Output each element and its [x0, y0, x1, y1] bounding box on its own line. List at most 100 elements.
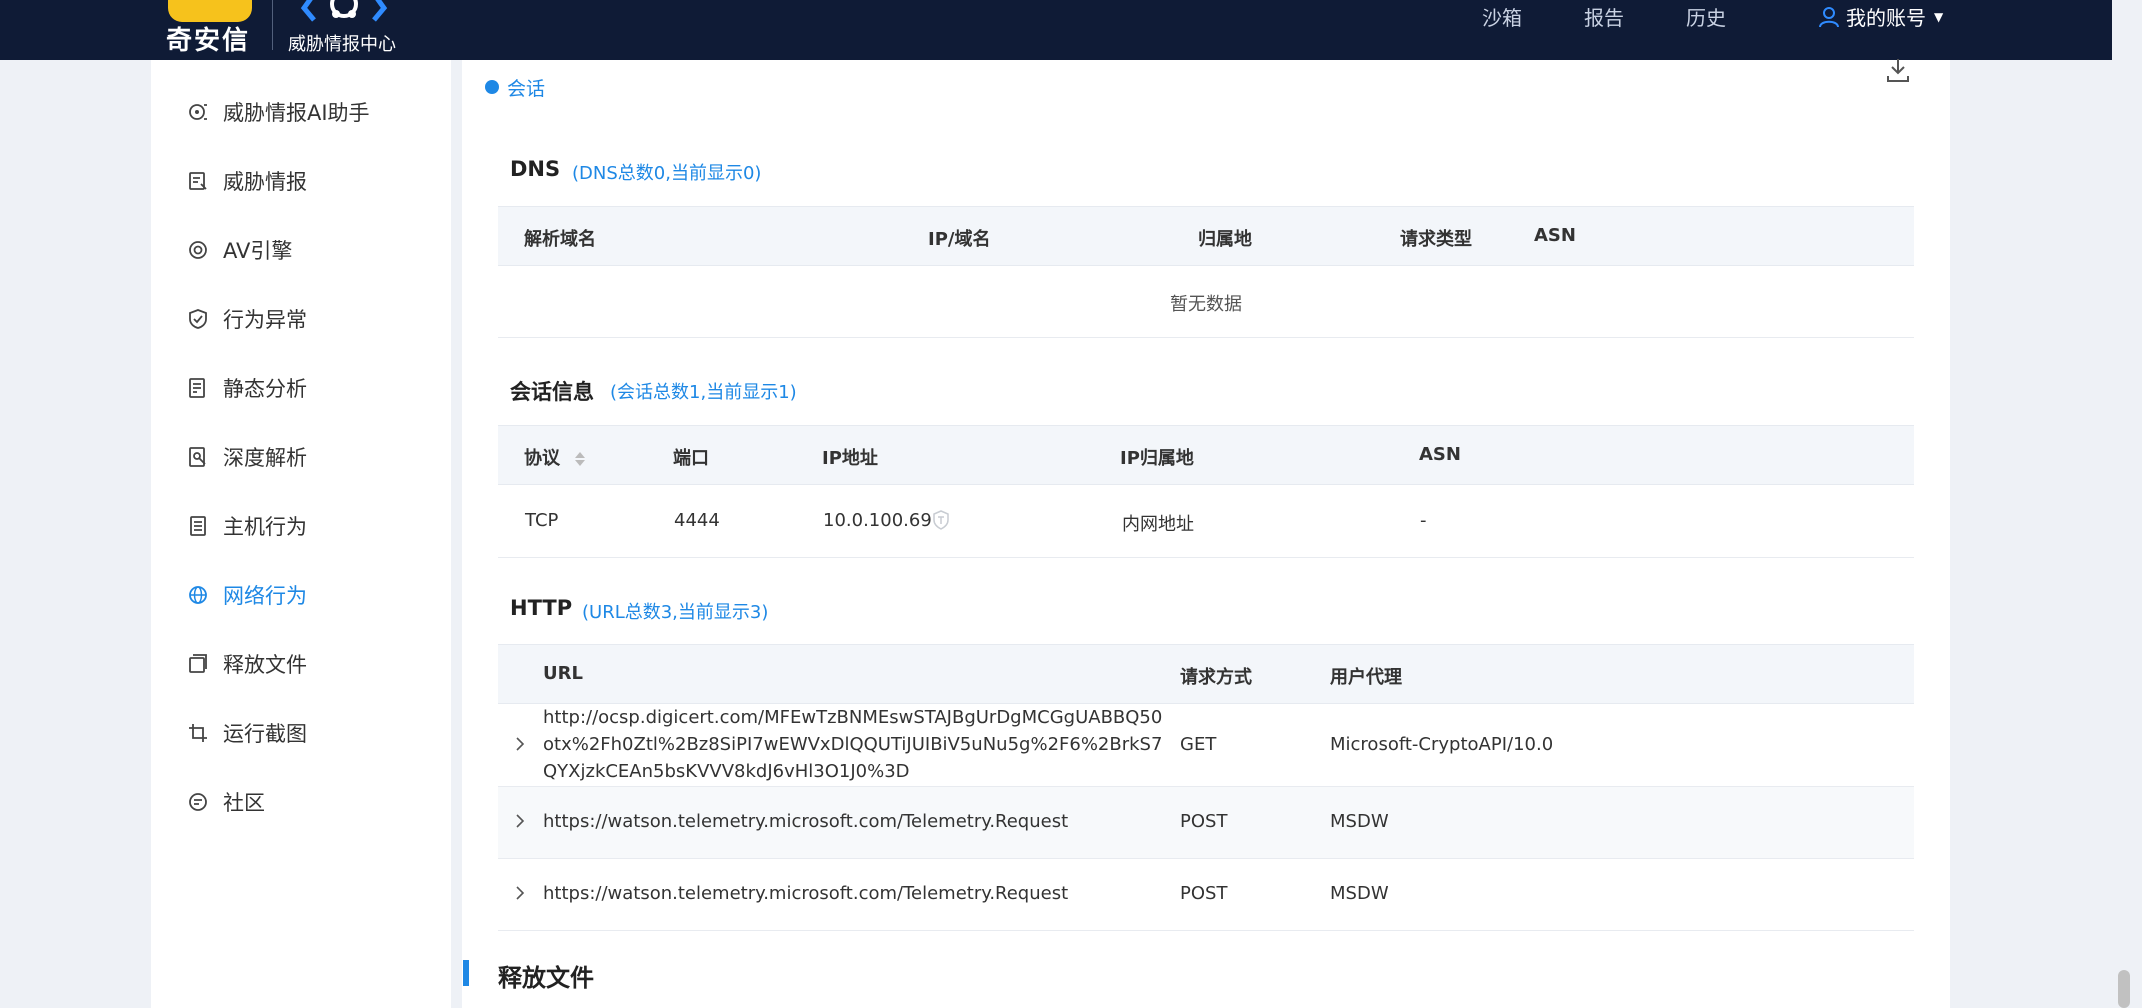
sidebar-item-label: AV引擎 [223, 239, 293, 263]
target-icon [189, 241, 207, 259]
sidebar-item-deep-analysis[interactable]: 深度解析 [187, 437, 307, 477]
deep-analysis-icon [189, 447, 206, 467]
divider [498, 858, 1914, 859]
http-col-method: 请求方式 [1180, 667, 1252, 688]
http-url: https://watson.telemetry.microsoft.com/T… [543, 811, 1069, 832]
http-col-agent: 用户代理 [1330, 667, 1402, 688]
dns-empty-text: 暂无数据 [1170, 294, 1242, 315]
sidebar-item-label: 行为异常 [223, 308, 307, 332]
brand-subtitle: 威胁情报中心 [288, 34, 396, 55]
sidebar-item-label: 威胁情报AI助手 [223, 101, 370, 125]
account-menu[interactable]: 我的账号 ▼ [1818, 2, 1943, 31]
intel-icon [189, 172, 207, 190]
shield-icon [189, 309, 207, 329]
http-url-line: otx%2Fh0Ztl%2Bz8SiPI7wEWVxDlQQUTiJUIBiV5… [543, 734, 1163, 755]
http-count: (URL总数3,当前显示3) [582, 602, 769, 623]
brand-name: 奇安信 [166, 26, 251, 56]
section-accent-bar [463, 960, 469, 986]
sidebar-item-static-analysis[interactable]: 静态分析 [187, 368, 307, 408]
session-protocol: TCP [525, 510, 559, 531]
http-url-line: QYXjzkCEAn5bsKVVV8kdJ6vHl3O1J0%3D [543, 761, 910, 782]
dns-table-header: 解析域名 IP/域名 归属地 请求类型 ASN [498, 206, 1914, 266]
globe-icon [189, 586, 207, 604]
http-url-line: http://ocsp.digicert.com/MFEwTzBNMEswSTA… [543, 707, 1163, 728]
session-tab-dot [485, 80, 499, 94]
http-method: GET [1180, 734, 1217, 755]
released-files-title: 释放文件 [498, 964, 594, 992]
http-agent: MSDW [1330, 883, 1389, 904]
host-icon [190, 516, 206, 536]
sessions-col-asn: ASN [1419, 444, 1461, 465]
dns-count: (DNS总数0,当前显示0) [572, 163, 762, 184]
brand-divider [272, 0, 273, 50]
sidebar-item-label: 社区 [223, 791, 265, 815]
nav-sandbox[interactable]: 沙箱 [1482, 2, 1522, 31]
nav-report[interactable]: 报告 [1584, 2, 1624, 31]
account-label: 我的账号 [1846, 6, 1926, 30]
http-method: POST [1180, 811, 1228, 832]
sidebar: 威胁情报AI助手 威胁情报 AV引擎 行为异常 静态分析 深度解析 主机行为 网… [151, 60, 451, 1008]
sidebar-item-intel[interactable]: 威胁情报 [187, 161, 307, 201]
files-icon [189, 654, 207, 673]
sidebar-item-ai-assistant[interactable]: 威胁情报AI助手 [187, 92, 370, 132]
session-location: 内网地址 [1122, 514, 1194, 535]
divider [498, 930, 1914, 931]
sidebar-item-label: 主机行为 [223, 515, 307, 539]
dns-col-location: 归属地 [1198, 229, 1252, 250]
top-navigation-bar: 奇安信 威胁情报中心 沙箱 报告 历史 我的账号 ▼ [0, 0, 2112, 60]
brand-logo [168, 0, 252, 22]
sessions-col-port: 端口 [673, 448, 709, 469]
http-url: http://ocsp.digicert.com/MFEwTzBNMEswSTA… [543, 704, 1162, 785]
divider [498, 557, 1914, 558]
sidebar-item-label: 释放文件 [223, 653, 307, 677]
dns-col-domain: 解析域名 [524, 229, 596, 250]
sidebar-item-screenshots[interactable]: 运行截图 [187, 713, 307, 753]
crop-icon [189, 724, 207, 742]
sidebar-item-label: 深度解析 [223, 446, 307, 470]
dns-col-asn: ASN [1534, 225, 1576, 246]
ai-assistant-icon [189, 104, 207, 120]
expand-row-chevron-icon[interactable] [512, 736, 528, 752]
sessions-col-protocol[interactable]: 协议 [524, 444, 586, 470]
http-agent: Microsoft-CryptoAPI/10.0 [1330, 734, 1554, 755]
sidebar-item-label: 静态分析 [223, 377, 307, 401]
dns-title: DNS [510, 157, 561, 181]
sidebar-item-label: 网络行为 [223, 584, 307, 608]
sidebar-item-behavior-anomaly[interactable]: 行为异常 [187, 299, 307, 339]
sidebar-item-label: 运行截图 [223, 722, 307, 746]
sidebar-item-label: 威胁情报 [223, 170, 307, 194]
http-col-url: URL [543, 663, 583, 684]
session-asn: - [1420, 510, 1427, 531]
sidebar-item-av-engine[interactable]: AV引擎 [187, 230, 292, 270]
sessions-col-ip-location: IP归属地 [1120, 448, 1194, 469]
user-icon [1819, 6, 1839, 27]
session-tab[interactable]: 会话 [507, 74, 545, 101]
http-method: POST [1180, 883, 1228, 904]
http-url: https://watson.telemetry.microsoft.com/T… [543, 883, 1069, 904]
session-port: 4444 [674, 510, 720, 531]
expand-row-chevron-icon[interactable] [512, 813, 528, 829]
sidebar-item-host-behavior[interactable]: 主机行为 [187, 506, 307, 546]
download-icon[interactable] [1884, 56, 1912, 84]
expand-row-chevron-icon[interactable] [512, 885, 528, 901]
sort-icon[interactable] [574, 450, 586, 468]
nav-history[interactable]: 历史 [1686, 2, 1726, 31]
caret-down-icon: ▼ [1934, 9, 1944, 24]
sessions-col-ip: IP地址 [822, 448, 878, 469]
sessions-table-header: 协议 端口 IP地址 IP归属地 ASN [498, 425, 1914, 485]
sidebar-item-community[interactable]: 社区 [187, 782, 265, 822]
sessions-title: 会话信息 [510, 380, 594, 404]
session-ip: 10.0.100.69 [823, 510, 932, 531]
http-title: HTTP [510, 596, 573, 620]
sidebar-item-released-files[interactable]: 释放文件 [187, 644, 307, 684]
dns-col-request-type: 请求类型 [1400, 229, 1472, 250]
sessions-col-protocol-label: 协议 [524, 448, 560, 469]
divider [498, 337, 1914, 338]
sessions-count: (会话总数1,当前显示1) [610, 382, 797, 403]
ip-tag-icon[interactable] [932, 510, 950, 530]
chat-icon [189, 793, 207, 811]
http-table-header: URL 请求方式 用户代理 [498, 644, 1914, 704]
page-scrollbar[interactable] [2118, 970, 2130, 1008]
http-agent: MSDW [1330, 811, 1389, 832]
sidebar-item-network-behavior[interactable]: 网络行为 [187, 575, 307, 615]
